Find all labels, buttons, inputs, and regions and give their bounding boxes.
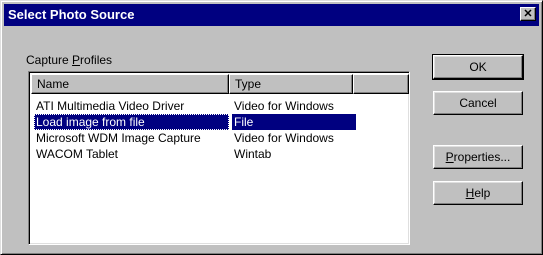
capture-profiles-label-text: Capture	[26, 53, 73, 67]
list-item[interactable]: Microsoft WDM Image Capture Video for Wi…	[33, 130, 356, 146]
capture-profiles-label: Capture Profiles	[26, 53, 112, 67]
list-item-name: ATI Multimedia Video Driver	[36, 99, 185, 113]
close-icon[interactable]: ✕	[520, 7, 536, 21]
ok-button[interactable]: OK	[432, 54, 524, 80]
list-item-type: Video for Windows	[234, 131, 334, 145]
capture-profiles-list[interactable]: Name Type ATI Multimedia Video Driver Vi…	[28, 71, 410, 245]
properties-label: roperties...	[453, 150, 511, 164]
title-bar[interactable]: Select Photo Source ✕	[4, 4, 539, 26]
select-photo-source-dialog: Select Photo Source ✕ Capture Profiles N…	[0, 0, 543, 255]
list-header: Name Type	[31, 74, 409, 94]
list-item-selected[interactable]: Load image from file File	[33, 114, 356, 130]
column-header-name[interactable]: Name	[31, 74, 229, 94]
capture-profiles-label-rest: rofiles	[80, 53, 113, 67]
column-header-filler	[353, 74, 409, 94]
dialog-title: Select Photo Source	[8, 7, 135, 22]
list-item-name: Microsoft WDM Image Capture	[36, 131, 201, 145]
properties-access-key: P	[445, 150, 454, 164]
capture-profiles-access-key: P	[72, 53, 81, 67]
column-header-type[interactable]: Type	[229, 74, 353, 94]
list-item[interactable]: ATI Multimedia Video Driver Video for Wi…	[33, 98, 356, 114]
list-item-type: Video for Windows	[234, 99, 334, 113]
list-item-name: WACOM Tablet	[36, 147, 119, 161]
list-item-name: Load image from file	[34, 114, 229, 130]
cancel-button[interactable]: Cancel	[433, 91, 523, 115]
list-item-type: Wintab	[234, 147, 272, 161]
help-label: elp	[474, 186, 491, 200]
list-item-type: File	[232, 114, 356, 130]
help-button[interactable]: Help	[433, 181, 523, 205]
properties-button[interactable]: Properties...	[433, 145, 523, 169]
list-item[interactable]: WACOM Tablet Wintab	[33, 146, 356, 162]
